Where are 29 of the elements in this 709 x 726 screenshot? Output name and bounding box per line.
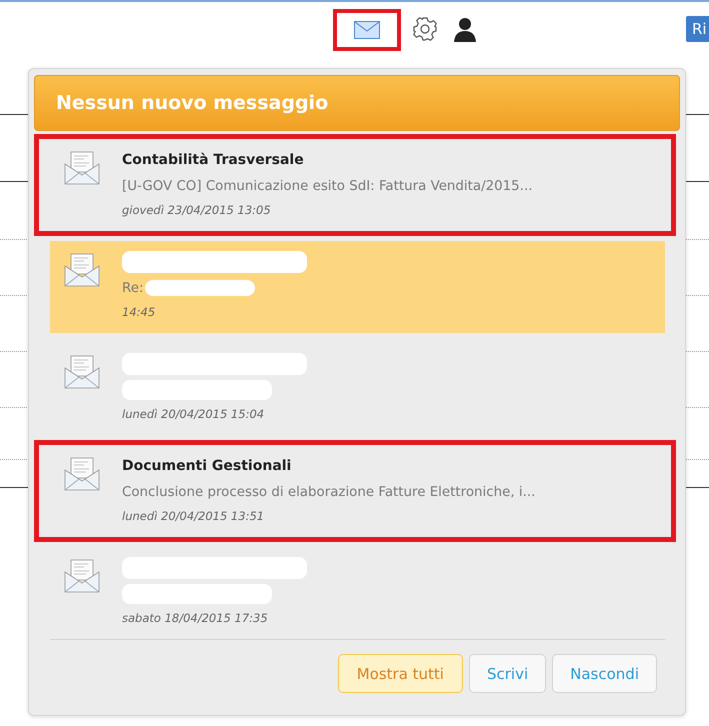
message-time: lunedì 20/04/2015 15:04 [122, 407, 266, 421]
footer-button[interactable]: Mostra tutti [338, 654, 463, 693]
open-envelope-icon [64, 151, 100, 185]
message-item[interactable]: Contabilità Trasversale [U-GOV CO] Comunicazione esito SdI: Fattura Vendita/2015... giovedì 23/04/2015 13:05 [50, 139, 668, 231]
message-time: sabato 18/04/2015 17:35 [122, 611, 269, 625]
envelope-icon [354, 21, 380, 39]
open-envelope-icon [64, 559, 100, 593]
message-sender: Documenti Gestionali [122, 457, 292, 476]
settings-icon[interactable] [413, 17, 437, 41]
message-subject: [U-GOV CO] Comunicazione esito SdI: Fattura Vendita/2015... [122, 178, 532, 194]
footer-button[interactable]: Scrivi [468, 654, 546, 693]
message-item[interactable]: Documenti Gestionali Conclusione processo di elaborazione Fatture Elettroniche, i... lunedì 20/04/2015 13:51 [50, 445, 668, 537]
message-item[interactable]: sabato 18/04/2015 17:35 [50, 547, 665, 640]
message-item[interactable]: Re: 14:45 [50, 241, 665, 333]
mail-button[interactable] [333, 9, 401, 51]
open-envelope-icon [64, 355, 100, 389]
open-envelope-icon [64, 253, 100, 287]
open-envelope-icon [64, 457, 100, 491]
message-subject: Re: [122, 280, 144, 296]
message-time: lunedì 20/04/2015 13:51 [122, 509, 266, 523]
message-time: 14:45 [122, 305, 156, 319]
popup-title: Nessun nuovo messaggio [56, 92, 328, 114]
message-time: giovedì 23/04/2015 13:05 [122, 203, 272, 217]
message-subject: Conclusione processo di elaborazione Fatture Elettroniche, i... [122, 484, 536, 500]
message-item[interactable]: lunedì 20/04/2015 15:04 [50, 343, 665, 435]
cut-off-button[interactable]: Ri [686, 16, 709, 42]
footer-button[interactable]: Nascondi [552, 654, 657, 693]
message-sender: Contabilità Trasversale [122, 151, 305, 170]
user-icon[interactable] [453, 16, 477, 42]
